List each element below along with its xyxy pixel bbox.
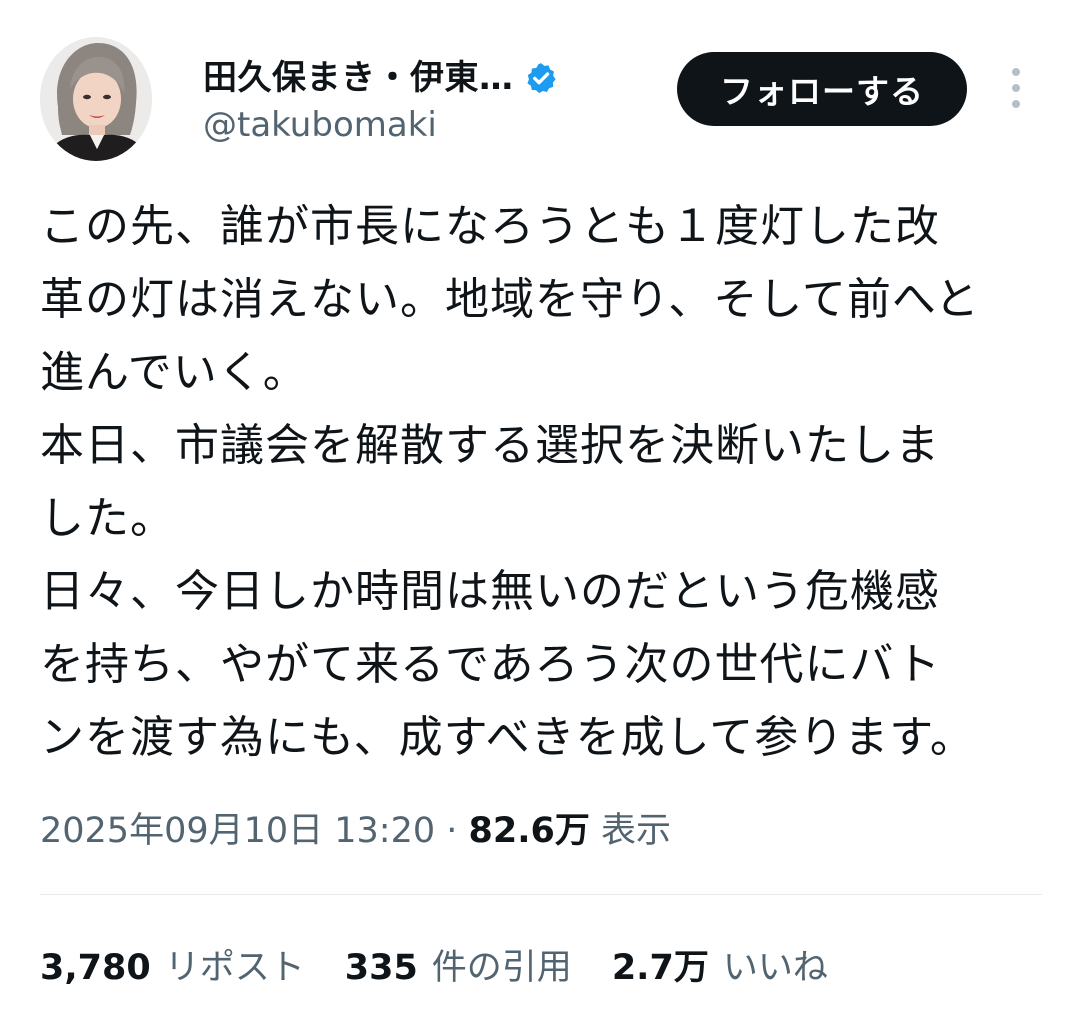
divider bbox=[40, 894, 1042, 895]
more-vertical-icon[interactable] bbox=[1003, 68, 1029, 108]
post-text-line: した。 bbox=[40, 493, 175, 544]
engagement-stats: 3,780 リポスト 335 件の引用 2.7万 いいね bbox=[40, 940, 828, 996]
reposts-stat[interactable]: 3,780 リポスト bbox=[40, 940, 305, 996]
post-text-line: 本日、市議会を解散する選択を決断いたしま bbox=[40, 420, 940, 471]
user-handle[interactable]: @takubomaki bbox=[203, 102, 437, 148]
meta-separator: · bbox=[435, 811, 469, 851]
post-meta: 2025年09月10日 13:20 · 82.6万 表示 bbox=[40, 803, 671, 859]
post-text-line: 進んでいく。 bbox=[40, 347, 308, 398]
likes-stat[interactable]: 2.7万 いいね bbox=[612, 940, 828, 996]
likes-count: 2.7万 bbox=[611, 948, 709, 988]
more-dot bbox=[1012, 100, 1020, 108]
more-dot bbox=[1012, 84, 1020, 92]
more-dot bbox=[1012, 68, 1020, 76]
post-text-line: 日々、今日しか時間は無いのだという危機感 bbox=[40, 566, 940, 617]
post-text-line: 革の灯は消えない。地域を守り、そして前へと bbox=[40, 274, 980, 325]
post-text-line: を持ち、やがて来るであろう次の世代にバト bbox=[40, 639, 941, 690]
verified-badge-icon[interactable] bbox=[524, 61, 558, 95]
post-text-line: この先、誰が市長になろうとも１度灯した改 bbox=[40, 201, 940, 252]
views-count: 82.6万 bbox=[468, 811, 590, 851]
follow-button[interactable]: フォローする bbox=[677, 52, 967, 126]
profile-photo bbox=[40, 37, 152, 161]
avatar[interactable] bbox=[40, 37, 152, 161]
reposts-count: 3,780 bbox=[40, 948, 151, 988]
display-name-row: 田久保まき・伊東… bbox=[203, 52, 558, 104]
quotes-count: 335 bbox=[344, 948, 418, 988]
post-text: この先、誰が市長になろうとも１度灯した改 革の灯は消えない。地域を守り、そして前… bbox=[40, 190, 1050, 774]
post-text-line: ンを渡す為にも、成すべきを成して参ります。 bbox=[40, 712, 975, 763]
post-timestamp[interactable]: 2025年09月10日 13:20 bbox=[40, 811, 435, 851]
quotes-label: 件の引用 bbox=[431, 948, 572, 988]
likes-label: いいね bbox=[722, 948, 828, 988]
display-name[interactable]: 田久保まき・伊東… bbox=[203, 52, 514, 104]
reposts-label: リポスト bbox=[164, 948, 305, 988]
views-label: 表示 bbox=[601, 811, 672, 851]
quotes-stat[interactable]: 335 件の引用 bbox=[345, 940, 572, 996]
